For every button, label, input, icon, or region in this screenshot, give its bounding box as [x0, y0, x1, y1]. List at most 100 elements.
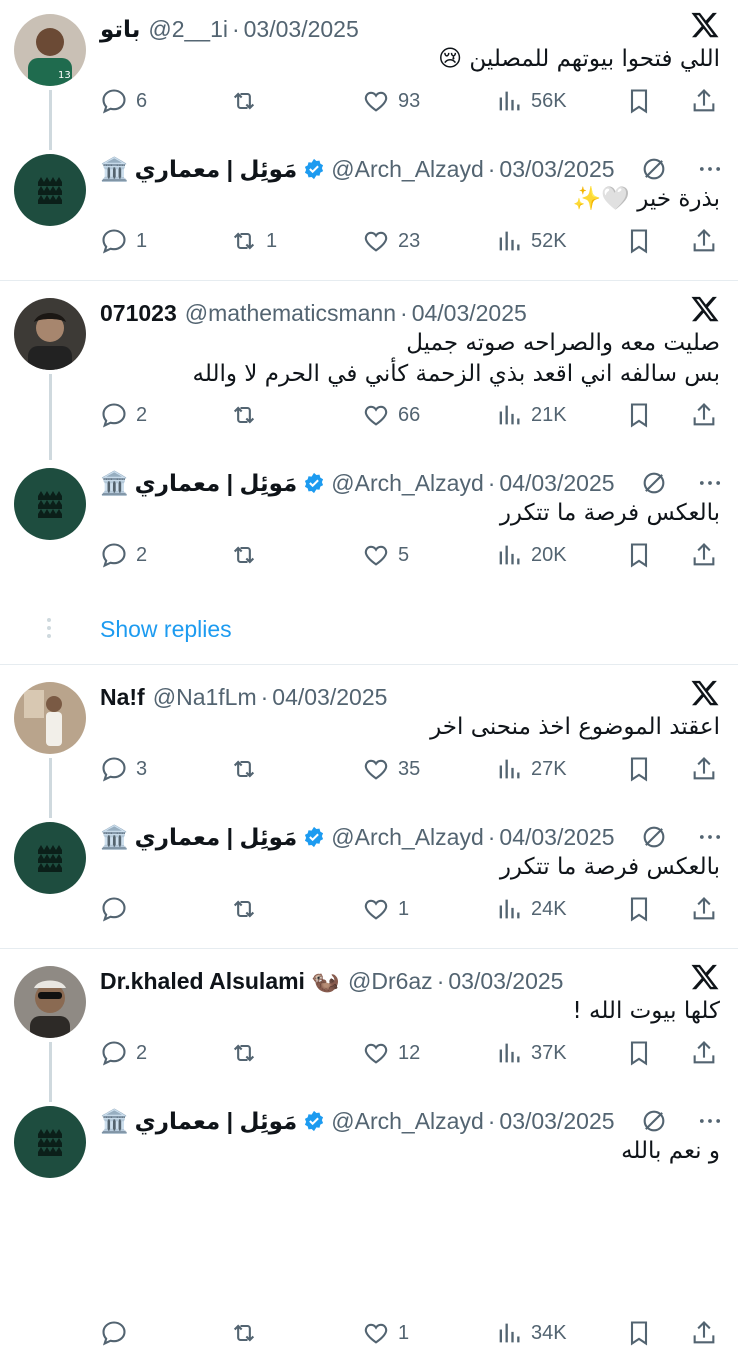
author-name[interactable]: Na!f [100, 684, 145, 711]
like-button[interactable]: 1 [362, 895, 409, 923]
views-button[interactable]: 20K [495, 541, 567, 569]
heart-icon [364, 899, 388, 920]
retweet-button[interactable] [230, 401, 266, 429]
more-icon[interactable] [696, 469, 724, 497]
author-handle[interactable]: @2__1i [148, 16, 228, 43]
like-button[interactable]: 12 [362, 1039, 420, 1067]
reply-button[interactable]: 1 [100, 227, 147, 255]
retweet-button[interactable] [230, 755, 266, 783]
retweet-button[interactable] [230, 1319, 266, 1347]
author-name[interactable]: باتو [100, 16, 140, 43]
avatar[interactable] [14, 682, 86, 754]
like-button[interactable]: 5 [362, 541, 409, 569]
retweet-button[interactable] [230, 541, 266, 569]
bookmark-button[interactable] [625, 755, 653, 783]
views-button[interactable]: 56K [495, 87, 567, 115]
author-name[interactable]: مَوئِل | معماري [135, 824, 298, 851]
bookmark-button[interactable] [625, 401, 653, 429]
reply-button[interactable] [100, 1319, 136, 1347]
reply-button[interactable] [100, 895, 136, 923]
heart-icon [364, 91, 388, 112]
retweet-button[interactable] [230, 87, 266, 115]
avatar[interactable]: 13 [14, 14, 86, 86]
author-name[interactable]: مَوئِل | معماري [135, 470, 298, 497]
views-button[interactable]: 34K [495, 1319, 567, 1347]
show-replies-link[interactable]: Show replies [100, 616, 232, 643]
share-button[interactable] [690, 401, 718, 429]
more-icon[interactable] [696, 823, 724, 851]
author-handle[interactable]: @Arch_Alzayd [331, 1108, 483, 1135]
author-handle[interactable]: @mathematicsmann [185, 300, 396, 327]
reply-tweet[interactable]: Na!f @Na1fLm · 04/03/2025 اعقتد الموضوع … [0, 668, 738, 808]
tweet-date[interactable]: 03/03/2025 [244, 16, 359, 43]
tweet-date[interactable]: 04/03/2025 [272, 684, 387, 711]
author-reply-tweet[interactable]: 🏛️ مَوئِل | معماري @Arch_Alzayd · 03/03/… [0, 1092, 738, 1346]
more-icon[interactable] [696, 155, 724, 183]
author-name[interactable]: مَوئِل | معماري [135, 156, 298, 183]
avatar[interactable] [14, 468, 86, 540]
author-name[interactable]: مَوئِل | معماري [135, 1108, 298, 1135]
share-button[interactable] [690, 87, 718, 115]
retweet-button[interactable] [230, 1039, 266, 1067]
reply-button[interactable]: 6 [100, 87, 147, 115]
grok-icon[interactable] [640, 469, 668, 497]
author-handle[interactable]: @Na1fLm [153, 684, 257, 711]
views-button[interactable]: 37K [495, 1039, 567, 1067]
grok-icon[interactable] [640, 1107, 668, 1135]
tweet-date[interactable]: 03/03/2025 [499, 156, 614, 183]
avatar[interactable] [14, 154, 86, 226]
author-name[interactable]: Dr.khaled Alsulami 🦦 [100, 968, 340, 995]
views-button[interactable]: 52K [495, 227, 567, 255]
author-handle[interactable]: @Dr6az [348, 968, 433, 995]
bookmark-button[interactable] [625, 87, 653, 115]
like-count: 35 [398, 757, 421, 780]
bookmark-button[interactable] [625, 227, 653, 255]
bookmark-button[interactable] [625, 895, 653, 923]
avatar[interactable] [14, 1106, 86, 1178]
reply-button[interactable]: 2 [100, 401, 147, 429]
tweet-date[interactable]: 03/03/2025 [499, 1108, 614, 1135]
bookmark-button[interactable] [625, 1039, 653, 1067]
like-button[interactable]: 93 [362, 87, 420, 115]
reply-tweet[interactable]: Dr.khaled Alsulami 🦦 @Dr6az · 03/03/2025… [0, 952, 738, 1092]
share-button[interactable] [690, 755, 718, 783]
reply-tweet[interactable]: 071023 @mathematicsmann · 04/03/2025 صلي… [0, 284, 738, 454]
like-button[interactable]: 35 [362, 755, 420, 783]
author-handle[interactable]: @Arch_Alzayd [331, 470, 483, 497]
share-button[interactable] [690, 895, 718, 923]
share-button[interactable] [690, 227, 718, 255]
views-button[interactable]: 21K [495, 401, 567, 429]
grok-icon[interactable] [640, 823, 668, 851]
retweet-button[interactable] [230, 895, 266, 923]
author-handle[interactable]: @Arch_Alzayd [331, 824, 483, 851]
views-button[interactable]: 27K [495, 755, 567, 783]
share-button[interactable] [690, 1319, 718, 1347]
retweet-button[interactable]: 1 [230, 227, 277, 255]
avatar[interactable] [14, 822, 86, 894]
share-button[interactable] [690, 1039, 718, 1067]
reply-button[interactable]: 2 [100, 541, 147, 569]
tweet-date[interactable]: 04/03/2025 [499, 470, 614, 497]
author-reply-tweet[interactable]: 🏛️ مَوئِل | معماري @Arch_Alzayd · 04/03/… [0, 454, 738, 594]
tweet-date[interactable]: 04/03/2025 [412, 300, 527, 327]
reply-button[interactable]: 3 [100, 755, 147, 783]
author-name[interactable]: 071023 [100, 300, 177, 327]
author-reply-tweet[interactable]: 🏛️ مَوئِل | معماري @Arch_Alzayd · 04/03/… [0, 808, 738, 948]
more-icon[interactable] [696, 1107, 724, 1135]
share-button[interactable] [690, 541, 718, 569]
reply-tweet[interactable]: 13 باتو @2__1i · 03/03/2025 اللي فتحوا ب… [0, 0, 738, 140]
grok-icon[interactable] [640, 155, 668, 183]
avatar[interactable] [14, 966, 86, 1038]
like-button[interactable]: 66 [362, 401, 420, 429]
bookmark-button[interactable] [625, 541, 653, 569]
like-button[interactable]: 23 [362, 227, 420, 255]
reply-button[interactable]: 2 [100, 1039, 147, 1067]
author-handle[interactable]: @Arch_Alzayd [331, 156, 483, 183]
tweet-date[interactable]: 04/03/2025 [499, 824, 614, 851]
bookmark-button[interactable] [625, 1319, 653, 1347]
like-button[interactable]: 1 [362, 1319, 409, 1347]
avatar[interactable] [14, 298, 86, 370]
views-button[interactable]: 24K [495, 895, 567, 923]
tweet-date[interactable]: 03/03/2025 [448, 968, 563, 995]
author-reply-tweet[interactable]: 🏛️ مَوئِل | معماري @Arch_Alzayd · 03/03/… [0, 140, 738, 280]
